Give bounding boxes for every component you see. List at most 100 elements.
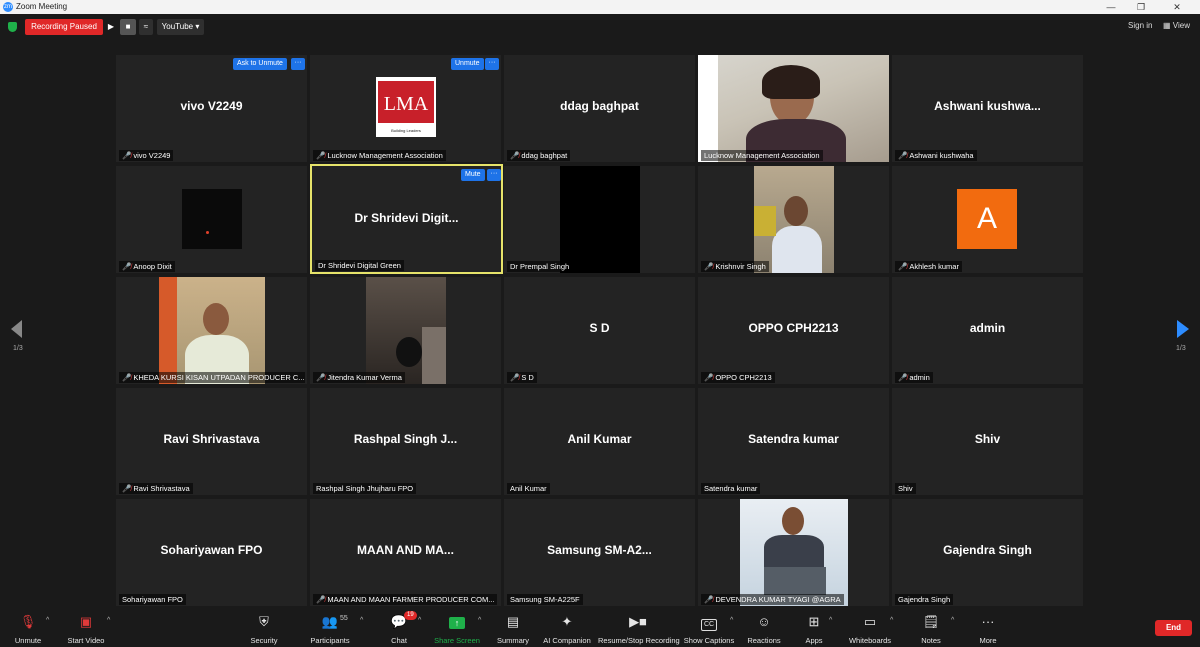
more-button[interactable]: ··· More <box>958 612 1018 646</box>
stop-recording-icon[interactable]: ■ <box>120 19 136 35</box>
participants-label: Participants <box>310 636 350 645</box>
participant-name: Anil Kumar <box>567 432 632 446</box>
participant-tile[interactable]: Anil Kumar Anil Kumar <box>504 388 695 495</box>
participant-label: 🎤̸ Krishnvir Singh <box>701 261 769 272</box>
ai-companion-button[interactable]: ✦ AI Companion <box>537 612 597 646</box>
stream-target-dropdown[interactable]: YouTube ▾ <box>157 19 204 35</box>
participant-label: 🎤̸ OPPO CPH2213 <box>701 372 775 383</box>
participant-tile[interactable]: Sohariyawan FPO Sohariyawan FPO <box>116 499 307 606</box>
previous-page-icon[interactable] <box>11 320 23 338</box>
logo-text: LMA <box>378 81 434 123</box>
muted-mic-icon: 🎤̸ <box>898 373 908 382</box>
participants-count: 55 <box>340 615 348 622</box>
participant-tile[interactable]: Rashpal Singh J... Rashpal Singh Jhujhar… <box>310 388 501 495</box>
participant-name: Rashpal Singh J... <box>353 432 458 446</box>
participant-name: Shiv <box>974 432 1001 446</box>
participant-label: Rashpal Singh Jhujharu FPO <box>313 483 417 494</box>
view-button[interactable]: ▦ View <box>1163 21 1190 30</box>
close-icon[interactable]: ✕ <box>1162 0 1192 14</box>
security-button[interactable]: ⛨ Security <box>234 612 294 646</box>
minimize-icon[interactable]: — <box>1096 0 1126 14</box>
video-gallery: vivo V2249 Ask to Unmute ··· 🎤̸ vivo V224… <box>116 55 1086 607</box>
participant-tile[interactable]: Shiv Shiv <box>892 388 1083 495</box>
participants-button[interactable]: 👥 55 Participants <box>300 612 360 646</box>
pause-stop-recording-icon: ▶■ <box>629 614 647 629</box>
participant-tile[interactable]: ddag baghpat 🎤̸ ddag baghpat <box>504 55 695 162</box>
recording-status-badge[interactable]: Recording Paused <box>25 19 103 35</box>
more-options-icon[interactable]: ··· <box>485 58 499 70</box>
page-indicator-right: 1/3 <box>1176 345 1186 352</box>
end-meeting-button[interactable]: End <box>1155 620 1192 636</box>
whiteboards-caret-icon[interactable]: ^ <box>890 617 893 624</box>
maximize-icon[interactable]: ❐ <box>1126 0 1156 14</box>
apps-caret-icon[interactable]: ^ <box>829 617 832 624</box>
avatar: A <box>957 189 1017 249</box>
chat-caret-icon[interactable]: ^ <box>418 617 421 624</box>
participant-tile[interactable]: 🎤̸ Jitendra Kumar Verma <box>310 277 501 384</box>
window-titlebar: zm Zoom Meeting — ❐ ✕ <box>0 0 1200 14</box>
recording-control-label: Resume/Stop Recording <box>598 636 680 645</box>
muted-mic-icon: 🎤̸ <box>898 151 908 160</box>
livestream-icon[interactable]: ≈ <box>139 19 153 35</box>
participant-tile[interactable]: MAAN AND MA... 🎤̸ MAAN AND MAAN FARMER PR… <box>310 499 501 606</box>
encryption-shield-icon[interactable] <box>8 22 17 32</box>
recording-control-button[interactable]: ▶■ Resume/Stop Recording <box>598 612 680 646</box>
participant-label: 🎤̸ Jitendra Kumar Verma <box>313 372 405 383</box>
participant-name: Dr Shridevi Digit... <box>354 211 459 225</box>
share-caret-icon[interactable]: ^ <box>478 617 481 624</box>
participant-label: 🎤̸ Anoop Dixit <box>119 261 175 272</box>
participant-tile[interactable]: Gajendra Singh Gajendra Singh <box>892 499 1083 606</box>
participant-label: 🎤̸ MAAN AND MAAN FARMER PRODUCER COM... <box>313 594 498 605</box>
ask-to-unmute-button[interactable]: Ask to Unmute <box>233 58 287 70</box>
notes-caret-icon[interactable]: ^ <box>951 617 954 624</box>
participant-tile[interactable]: A 🎤̸ Akhlesh kumar <box>892 166 1083 273</box>
participant-label: Sohariyawan FPO <box>119 594 186 605</box>
shield-icon: ⛨ <box>259 614 269 629</box>
muted-mic-icon: 🎤̸ <box>122 151 132 160</box>
mute-participant-button[interactable]: Mute <box>461 169 485 181</box>
participant-tile[interactable]: vivo V2249 Ask to Unmute ··· 🎤̸ vivo V224… <box>116 55 307 162</box>
muted-mic-icon: 🎤̸ <box>510 151 520 160</box>
participant-tile[interactable]: S D 🎤̸ S D <box>504 277 695 384</box>
participant-tile[interactable]: Lucknow Management Association <box>698 55 889 162</box>
participant-tile[interactable]: Ashwani kushwa... 🎤̸ Ashwani kushwaha <box>892 55 1083 162</box>
next-page-icon[interactable] <box>1177 320 1189 338</box>
participant-name: Sohariyawan FPO <box>160 543 263 557</box>
participant-label: 🎤̸ Ravi Shrivastava <box>119 483 193 494</box>
more-options-icon[interactable]: ··· <box>487 169 501 181</box>
captions-caret-icon[interactable]: ^ <box>730 617 733 624</box>
meeting-toolbar: 🎙 Unmute ^ ▣ Start Video ^ ⛨ Security 👥 … <box>0 607 1200 647</box>
participant-tile[interactable]: admin 🎤̸ admin <box>892 277 1083 384</box>
participant-tile[interactable]: Dr Prempal Singh <box>504 166 695 273</box>
ai-sparkle-icon: ✦ <box>561 614 573 629</box>
participant-tile[interactable]: Samsung SM-A2... Samsung SM-A225F <box>504 499 695 606</box>
muted-mic-icon: 🎤̸ <box>704 262 714 271</box>
video-feed <box>698 55 889 162</box>
participant-label: 🎤̸ vivo V2249 <box>119 150 174 161</box>
participant-tile[interactable]: 🎤̸ Krishnvir Singh <box>698 166 889 273</box>
participant-tile[interactable]: 🎤̸ KHEDA KURSI KISAN UTPADAN PRODUCER C..… <box>116 277 307 384</box>
stream-target-label: YouTube <box>161 22 194 31</box>
sign-in-link[interactable]: Sign in <box>1128 21 1152 30</box>
more-options-icon[interactable]: ··· <box>291 58 305 70</box>
video-options-caret-icon[interactable]: ^ <box>107 617 110 624</box>
participant-tile[interactable]: LMA Building Leaders Unmute ··· 🎤̸ Luckno… <box>310 55 501 162</box>
participants-caret-icon[interactable]: ^ <box>360 617 363 624</box>
participant-tile[interactable]: OPPO CPH2213 🎤̸ OPPO CPH2213 <box>698 277 889 384</box>
video-feed <box>560 166 640 273</box>
audio-options-caret-icon[interactable]: ^ <box>46 617 49 624</box>
participant-tile[interactable]: Satendra kumar Satendra kumar <box>698 388 889 495</box>
participant-tile[interactable]: 🎤̸ DEVENDRA KUMAR TYAGI @AGRA <box>698 499 889 606</box>
unmute-participant-button[interactable]: Unmute <box>451 58 484 70</box>
participant-tile-speaking[interactable]: Dr Shridevi Digit... Mute ··· Dr Shridev… <box>310 164 503 274</box>
muted-mic-icon: 🎤̸ <box>316 373 326 382</box>
participants-icon: 👥 <box>321 614 339 629</box>
participant-tile[interactable]: Ravi Shrivastava 🎤̸ Ravi Shrivastava <box>116 388 307 495</box>
muted-mic-icon: 🎤̸ <box>704 595 714 604</box>
lma-logo: LMA Building Leaders <box>376 77 436 137</box>
participant-tile[interactable]: 🎤̸ Anoop Dixit <box>116 166 307 273</box>
participant-name: Samsung SM-A2... <box>547 543 652 557</box>
participant-label: Dr Shridevi Digital Green <box>315 260 404 271</box>
resume-recording-icon[interactable]: ▶ <box>105 19 117 35</box>
video-feed <box>182 189 242 249</box>
